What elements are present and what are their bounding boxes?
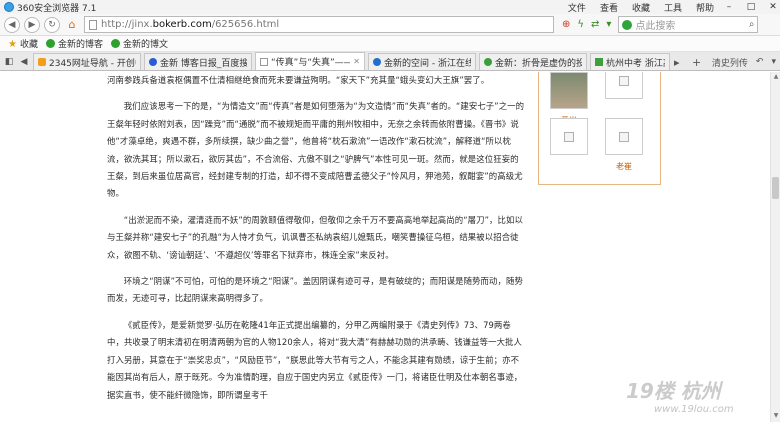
address-bar: ◀ ▶ ↻ ⌂ http://jinx.bokerb.com/625656.ht… xyxy=(0,14,780,36)
star-icon: ★ xyxy=(8,39,17,50)
shield-icon[interactable]: ⊕ xyxy=(562,19,570,30)
vertical-scrollbar[interactable]: ▲ ▼ xyxy=(770,72,780,422)
friends-panel: 爱光 老崔 xyxy=(538,72,661,185)
scroll-thumb[interactable] xyxy=(772,177,779,199)
tab-favicon-icon xyxy=(38,58,46,66)
friend-item[interactable] xyxy=(605,72,643,105)
tab-close-icon[interactable]: ✕ xyxy=(353,57,360,66)
article-paragraph: 我们应该思考一下的是，“为情造文”而“传真”者是如何堕落为“为文造情”而“失真”… xyxy=(107,101,525,199)
search-placeholder: 点此搜索 xyxy=(635,21,676,32)
article-body: 河南参践兵备道袁枢偶置不仕清相继绝食而死未要谦益殉明。“家天下”充其量“蛾头变幻… xyxy=(107,72,525,404)
tab-article[interactable]: “传真”与“失真”——3 ✕ xyxy=(255,52,365,70)
scroll-down-icon[interactable]: ▼ xyxy=(772,412,780,420)
broken-image-icon xyxy=(619,75,629,86)
page-icon xyxy=(89,19,97,30)
tab-scroll-left-icon[interactable]: ◀ xyxy=(18,54,30,70)
dropdown-icon[interactable]: ▾ xyxy=(606,19,611,30)
bookmark-item[interactable]: 金新的博客 xyxy=(45,37,103,50)
tab-zjol[interactable]: 金新的空间 - 浙江在线社区 xyxy=(368,53,476,70)
article-paragraph: 《贰臣传》，是爱新觉罗·弘历在乾隆41年正式提出编纂的，分甲乙两编附录于《清史列… xyxy=(107,319,523,400)
bookmarks-bar: ★ 收藏 金新的博客 金新的博文 xyxy=(0,36,780,52)
browser-logo-icon xyxy=(4,2,14,12)
address-tools: ⊕ ϟ ⇄ ▾ xyxy=(562,19,618,30)
menu-view[interactable]: 查看 xyxy=(600,1,618,14)
page-content: 河南参践兵备道袁枢偶置不仕清相继绝食而死未要谦益殉明。“家天下”充其量“蛾头变幻… xyxy=(0,72,770,422)
search-icon[interactable]: ⌕ xyxy=(749,19,755,30)
avatar[interactable] xyxy=(605,72,643,99)
bookmark-item[interactable]: 金新的博文 xyxy=(111,37,168,50)
menu-favorites[interactable]: 收藏 xyxy=(632,1,650,14)
tab-list-icon[interactable]: ◧ xyxy=(3,54,15,70)
url-text: http://jinx.bokerb.com/625656.html xyxy=(101,19,280,30)
site-icon xyxy=(111,39,120,48)
avatar[interactable] xyxy=(550,72,588,109)
tab-baidu[interactable]: 金新 博客日报_百度搜索 xyxy=(144,53,252,70)
menu-file[interactable]: 文件 xyxy=(568,1,586,14)
new-tab-button[interactable]: + xyxy=(692,54,706,70)
tab-favicon-icon xyxy=(260,57,268,66)
avatar[interactable] xyxy=(605,118,643,155)
tab-2345[interactable]: 2345网址导航 - 开创中国 xyxy=(33,53,141,70)
friend-item[interactable] xyxy=(550,118,588,161)
tab-scroll-right-icon[interactable]: ▸ xyxy=(674,54,688,70)
lightning-icon[interactable]: ϟ xyxy=(577,19,584,30)
tab-favicon-icon xyxy=(149,58,157,66)
tab-favicon-icon xyxy=(373,58,381,66)
search-input[interactable]: 点此搜索 ⌕ xyxy=(618,16,759,33)
broken-image-icon xyxy=(564,131,574,142)
tabbar-tools: 清史列传 ↶ ▾ xyxy=(708,54,780,70)
friend-name[interactable]: 老崔 xyxy=(605,161,643,172)
home-icon[interactable]: ⌂ xyxy=(64,17,80,33)
refresh-icon[interactable]: ↻ xyxy=(44,16,60,33)
site-icon xyxy=(45,39,55,48)
forward-icon[interactable]: ▶ xyxy=(24,16,40,33)
undo-close-icon[interactable]: ↶ xyxy=(756,57,764,67)
favorites-button[interactable]: ★ 收藏 xyxy=(8,37,38,50)
url-input[interactable]: http://jinx.bokerb.com/625656.html xyxy=(84,16,554,33)
minimize-icon[interactable]: – xyxy=(722,1,736,13)
close-icon[interactable]: ✕ xyxy=(766,1,780,13)
tab-bar: ◧ ◀ 2345网址导航 - 开创中国 金新 博客日报_百度搜索 “传真”与“失… xyxy=(0,52,780,71)
menu-help[interactable]: 帮助 xyxy=(696,1,714,14)
tab-favicon-icon xyxy=(595,58,603,66)
menu-bar: 文件 查看 收藏 工具 帮助 – □ ✕ xyxy=(554,0,780,14)
scroll-up-icon[interactable]: ▲ xyxy=(772,73,780,81)
maximize-icon[interactable]: □ xyxy=(744,1,758,13)
tab-favicon-icon xyxy=(484,58,492,66)
tab-menu-icon[interactable]: ▾ xyxy=(771,57,776,67)
friend-item[interactable]: 老崔 xyxy=(605,118,643,172)
article-paragraph: “出淤泥而不染，濯清涟而不妖”的周敦颐值得敬仰，但敬仰之余千万不要高高地举起高尚… xyxy=(107,214,523,260)
search-engine-icon[interactable] xyxy=(622,19,633,30)
title-bar: 360安全浏览器 7.1 文件 查看 收藏 工具 帮助 – □ ✕ xyxy=(0,0,780,14)
tab-hangzhou[interactable]: 杭州中考 浙江高考 杭州中 xyxy=(590,53,670,70)
window-title: 360安全浏览器 7.1 xyxy=(17,3,97,14)
tabbar-label[interactable]: 清史列传 xyxy=(712,56,748,69)
article-paragraph: 河南参践兵备道袁枢偶置不仕清相继绝食而死未要谦益殉明。“家天下”充其量“蛾头变幻… xyxy=(107,75,490,85)
broken-image-icon xyxy=(619,131,629,142)
compat-icon[interactable]: ⇄ xyxy=(591,19,599,30)
back-icon[interactable]: ◀ xyxy=(4,16,20,33)
tab-search[interactable]: 金新：折骨是虚伪的投资 xyxy=(479,53,587,70)
article-paragraph: 环境之“阴谋”不可怕，可怕的是环境之“阳谋”。盖因阴谋有迹可寻，是有破绽的；而阳… xyxy=(107,276,523,304)
avatar[interactable] xyxy=(550,118,588,155)
menu-tools[interactable]: 工具 xyxy=(664,1,682,14)
